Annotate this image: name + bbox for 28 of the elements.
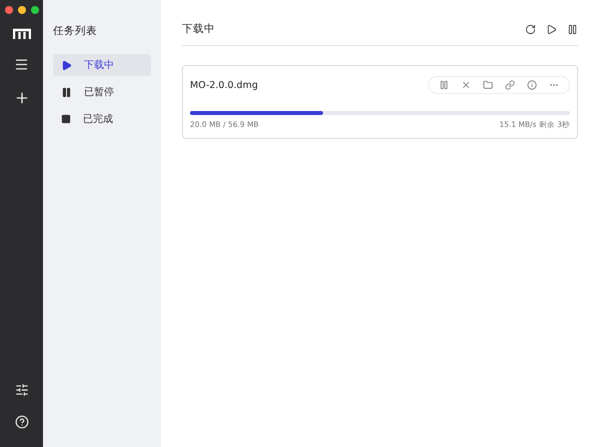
sidebar-item[interactable]: 已完成	[53, 108, 151, 130]
file-name: MO-2.0.0.dmg	[190, 80, 258, 90]
info-button[interactable]	[527, 80, 537, 90]
folder-button[interactable]	[483, 80, 493, 90]
zoom-light[interactable]	[30, 6, 38, 14]
page-title: 下载中	[182, 22, 215, 36]
help-icon[interactable]	[14, 415, 28, 429]
close-light[interactable]	[4, 6, 12, 14]
logo-icon	[12, 28, 30, 39]
sidebar-label: 已暂停	[84, 86, 114, 99]
sidebar-title: 任务列表	[53, 24, 98, 38]
settings-icon[interactable]	[14, 383, 28, 397]
start-all-button[interactable]	[546, 24, 557, 34]
pause-button[interactable]	[439, 80, 449, 90]
pause-icon	[61, 86, 72, 98]
menu-icon[interactable]	[14, 57, 29, 72]
play-icon	[61, 60, 72, 70]
minimize-light[interactable]	[18, 6, 26, 14]
sidebar-item[interactable]: 已暂停	[53, 81, 151, 103]
sidebar-item[interactable]: 下载中	[53, 54, 151, 76]
link-button[interactable]	[505, 80, 515, 90]
refresh-button[interactable]	[525, 24, 536, 34]
stop-icon	[61, 114, 71, 124]
sidebar-label: 下载中	[84, 58, 114, 72]
add-icon[interactable]	[14, 90, 30, 106]
delete-button[interactable]	[461, 80, 471, 90]
pause-all-button[interactable]	[567, 24, 578, 34]
sidebar-label: 已完成	[83, 112, 113, 126]
